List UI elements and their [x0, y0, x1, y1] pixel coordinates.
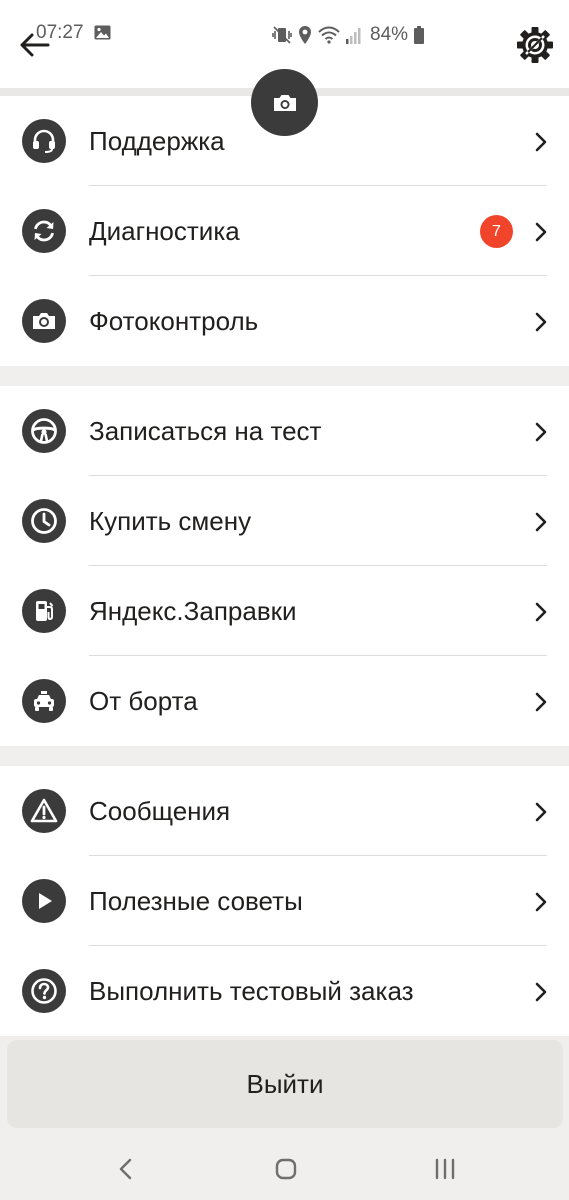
menu-item-label: Выполнить тестовый заказ	[89, 976, 414, 1006]
help-icon	[22, 969, 66, 1013]
notification-badge: 7	[480, 215, 513, 248]
menu-item-label: Диагностика	[89, 216, 240, 246]
exit-button[interactable]: Выйти	[7, 1040, 563, 1128]
menu-item-messages[interactable]: Сообщения	[0, 766, 569, 856]
chevron-right-icon	[535, 602, 547, 622]
signal-icon	[346, 28, 361, 44]
nav-home-icon[interactable]	[274, 1157, 298, 1181]
chevron-right-icon	[535, 422, 547, 442]
chevron-right-icon	[535, 982, 547, 1002]
steering-wheel-icon	[22, 409, 66, 453]
status-icons: 84%	[272, 24, 425, 46]
gallery-notification-icon	[94, 25, 111, 40]
wifi-icon	[318, 26, 340, 44]
menu-item-yandex-fuel[interactable]: Яндекс.Заправки	[0, 566, 569, 656]
arrow-left-icon[interactable]	[16, 30, 50, 60]
nav-recents-icon[interactable]	[433, 1158, 457, 1180]
chevron-right-icon	[535, 892, 547, 912]
chevron-right-icon	[535, 512, 547, 532]
chevron-right-icon	[535, 692, 547, 712]
refresh-icon	[22, 209, 66, 253]
gear-icon[interactable]	[515, 25, 555, 65]
menu-item-on-board[interactable]: От борта	[0, 656, 569, 746]
menu-item-label: От борта	[89, 686, 198, 716]
floating-camera-button[interactable]	[251, 69, 318, 136]
menu-section-support: Поддержка Диагностика 7 Фотоконтроль	[0, 96, 569, 366]
headset-icon	[22, 119, 66, 163]
location-icon	[299, 26, 311, 44]
chevron-right-icon	[535, 222, 547, 242]
warning-icon	[22, 789, 66, 833]
nav-back-icon[interactable]	[116, 1158, 134, 1180]
vibrate-icon	[272, 26, 292, 44]
chevron-right-icon	[535, 312, 547, 332]
menu-item-label: Фотоконтроль	[89, 306, 259, 336]
clock-icon	[22, 499, 66, 543]
camera-icon	[273, 94, 296, 111]
taxi-icon	[22, 679, 66, 723]
system-navigation-bar	[0, 1134, 569, 1200]
menu-section-work: Записаться на тест Купить смену Яндекс.З…	[0, 386, 569, 746]
menu-item-useful-tips[interactable]: Полезные советы	[0, 856, 569, 946]
menu-item-label: Сообщения	[89, 796, 231, 826]
menu-item-buy-shift[interactable]: Купить смену	[0, 476, 569, 566]
battery-icon	[414, 26, 425, 44]
menu-item-photocontrol[interactable]: Фотоконтроль	[0, 276, 569, 366]
menu-section-info: Сообщения Полезные советы Выполнить тест…	[0, 766, 569, 1036]
menu-item-label: Купить смену	[89, 506, 252, 536]
menu-item-test-order[interactable]: Выполнить тестовый заказ	[0, 946, 569, 1036]
menu-item-diagnostics[interactable]: Диагностика 7	[0, 186, 569, 276]
camera-icon	[22, 299, 66, 343]
chevron-right-icon	[535, 802, 547, 822]
fuel-icon	[22, 589, 66, 633]
menu-item-label: Полезные советы	[89, 886, 303, 916]
battery-percent: 84%	[370, 24, 409, 45]
menu-item-test-signup[interactable]: Записаться на тест	[0, 386, 569, 476]
menu-item-label: Записаться на тест	[89, 416, 322, 446]
menu-item-label: Поддержка	[89, 126, 225, 156]
menu-item-label: Яндекс.Заправки	[89, 596, 297, 626]
chevron-right-icon	[535, 132, 547, 152]
play-icon	[22, 879, 66, 923]
